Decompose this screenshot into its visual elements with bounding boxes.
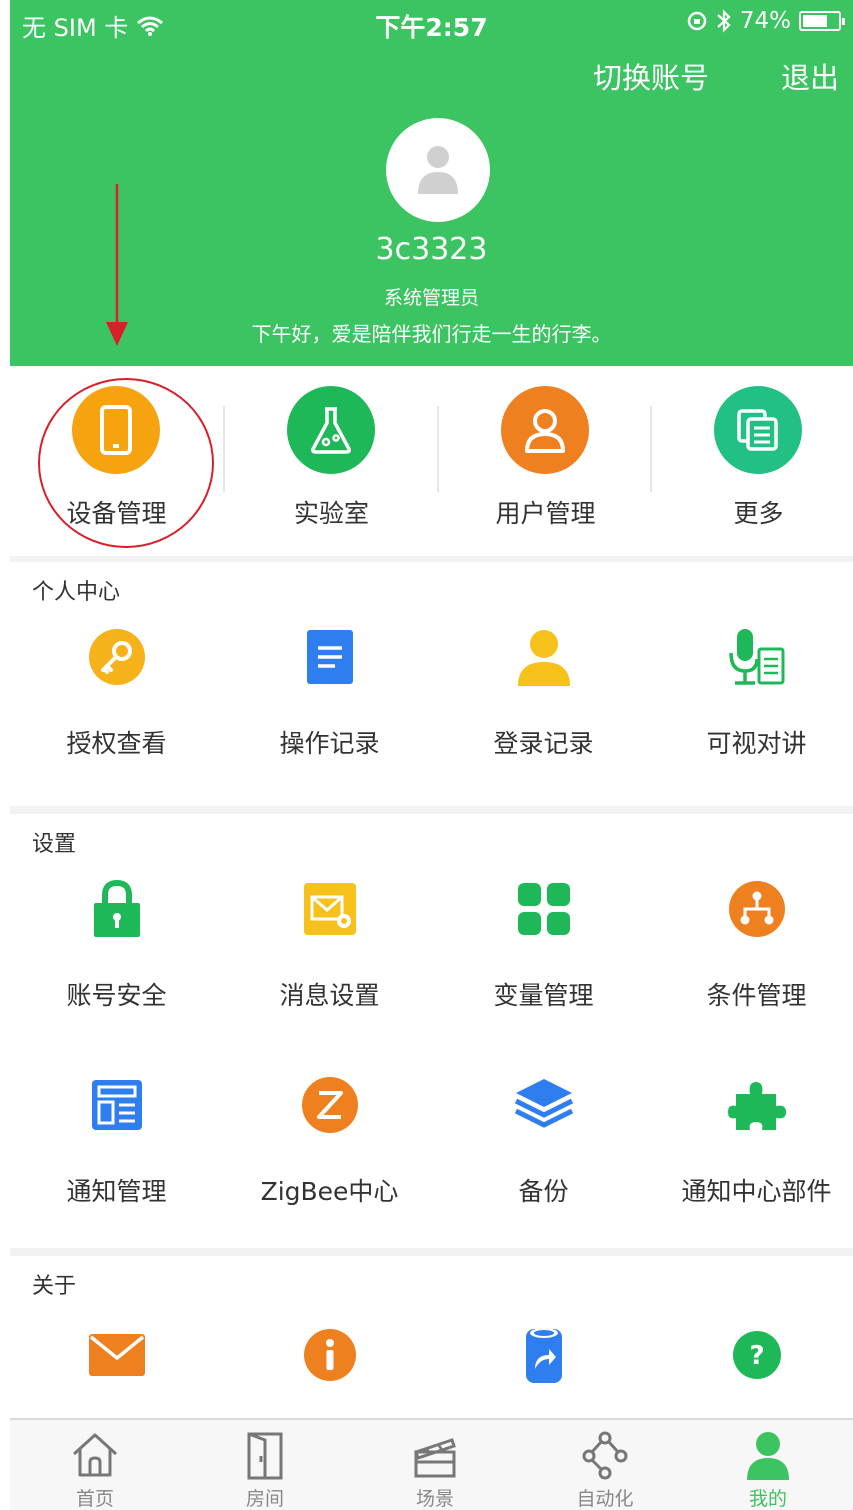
settings-section: 设置 账号安全 消息设置 变量管理 条件管理 通知管理 ZigBee中心 备份 …: [10, 814, 853, 1248]
greeting-message: 下午好，爱是陪伴我们行走一生的行李。: [251, 322, 612, 346]
video-intercom-item[interactable]: 可视对讲: [650, 626, 853, 796]
switch-account-link[interactable]: 切换账号: [593, 55, 709, 97]
home-icon: [71, 1430, 119, 1480]
profile-header: 无 SIM 卡 下午2:57 74% 切换账号 退出 3c3323 系统管理员 …: [10, 0, 853, 366]
annotation-arrow: [106, 184, 128, 346]
about-section: 关于 ?: [10, 1256, 853, 1418]
tab-home[interactable]: 首页: [10, 1420, 180, 1510]
condition-management-item[interactable]: 条件管理: [650, 878, 853, 1048]
notification-widget-item[interactable]: 通知中心部件: [650, 1074, 853, 1244]
username: 3c3323: [375, 232, 488, 267]
logout-link[interactable]: 退出: [781, 55, 839, 97]
notification-management-item[interactable]: 通知管理: [10, 1074, 223, 1244]
help-item[interactable]: ?: [650, 1324, 853, 1414]
section-gap: [10, 806, 853, 814]
app-screen: 无 SIM 卡 下午2:57 74% 切换账号 退出 3c3323 系统管理员 …: [0, 0, 853, 1510]
hierarchy-icon: [726, 878, 788, 940]
zigbee-icon: [299, 1074, 361, 1136]
orientation-lock-icon: [687, 11, 707, 31]
tab-automation[interactable]: 自动化: [520, 1420, 690, 1510]
clapper-icon: [411, 1430, 459, 1480]
message-settings-item[interactable]: 消息设置: [223, 878, 436, 1048]
help-icon: ?: [726, 1324, 788, 1386]
operation-log-item[interactable]: 操作记录: [223, 626, 436, 796]
variable-management-item[interactable]: 变量管理: [437, 878, 650, 1048]
section-title: 关于: [32, 1274, 77, 1299]
envelope-icon: [86, 1324, 148, 1386]
person-icon: [513, 626, 575, 688]
section-title: 设置: [32, 832, 77, 857]
puzzle-icon: [726, 1074, 788, 1136]
battery-icon: [799, 11, 845, 31]
personal-center-section: 个人中心 授权查看 操作记录 登录记录 可视对讲: [10, 562, 853, 806]
bluetooth-icon: [717, 9, 731, 33]
tab-scene[interactable]: 场景: [350, 1420, 520, 1510]
quick-more[interactable]: 更多: [652, 366, 853, 556]
account-security-item[interactable]: 账号安全: [10, 878, 223, 1048]
about-info-item[interactable]: [223, 1324, 436, 1414]
section-title: 个人中心: [32, 580, 121, 605]
svg-text:?: ?: [749, 1341, 764, 1371]
login-log-item[interactable]: 登录记录: [437, 626, 650, 796]
feedback-item[interactable]: [10, 1324, 223, 1414]
share-icon: [513, 1324, 575, 1386]
status-bar: 无 SIM 卡 下午2:57 74%: [10, 0, 853, 52]
tab-room[interactable]: 房间: [180, 1420, 350, 1510]
backup-item[interactable]: 备份: [437, 1074, 650, 1244]
info-icon: [299, 1324, 361, 1386]
microphone-icon: [726, 626, 788, 688]
profile-icon: [744, 1430, 792, 1480]
annotation-circle: [38, 378, 214, 548]
lock-icon: [86, 878, 148, 940]
section-gap: [10, 1248, 853, 1256]
user-icon: [501, 386, 589, 474]
zigbee-center-item[interactable]: ZigBee中心: [223, 1074, 436, 1244]
key-icon: [86, 626, 148, 688]
door-icon: [241, 1430, 289, 1480]
tab-bar: 首页 房间 场景 自动化 我的: [10, 1418, 853, 1510]
tab-mine[interactable]: 我的: [683, 1420, 853, 1510]
quick-lab[interactable]: 实验室: [225, 366, 438, 556]
auth-view-item[interactable]: 授权查看: [10, 626, 223, 796]
avatar[interactable]: [386, 118, 490, 222]
mail-settings-icon: [299, 878, 361, 940]
grid-icon: [513, 878, 575, 940]
layout-icon: [86, 1074, 148, 1136]
user-role: 系统管理员: [383, 287, 479, 309]
share-item[interactable]: [437, 1324, 650, 1414]
flask-icon: [287, 386, 375, 474]
document-icon: [299, 626, 361, 688]
copy-icon: [714, 386, 802, 474]
battery-percent: 74%: [739, 8, 791, 34]
quick-user-management[interactable]: 用户管理: [439, 366, 652, 556]
layers-icon: [513, 1074, 575, 1136]
avatar-placeholder-icon: [418, 146, 458, 194]
nodes-icon: [581, 1430, 629, 1480]
